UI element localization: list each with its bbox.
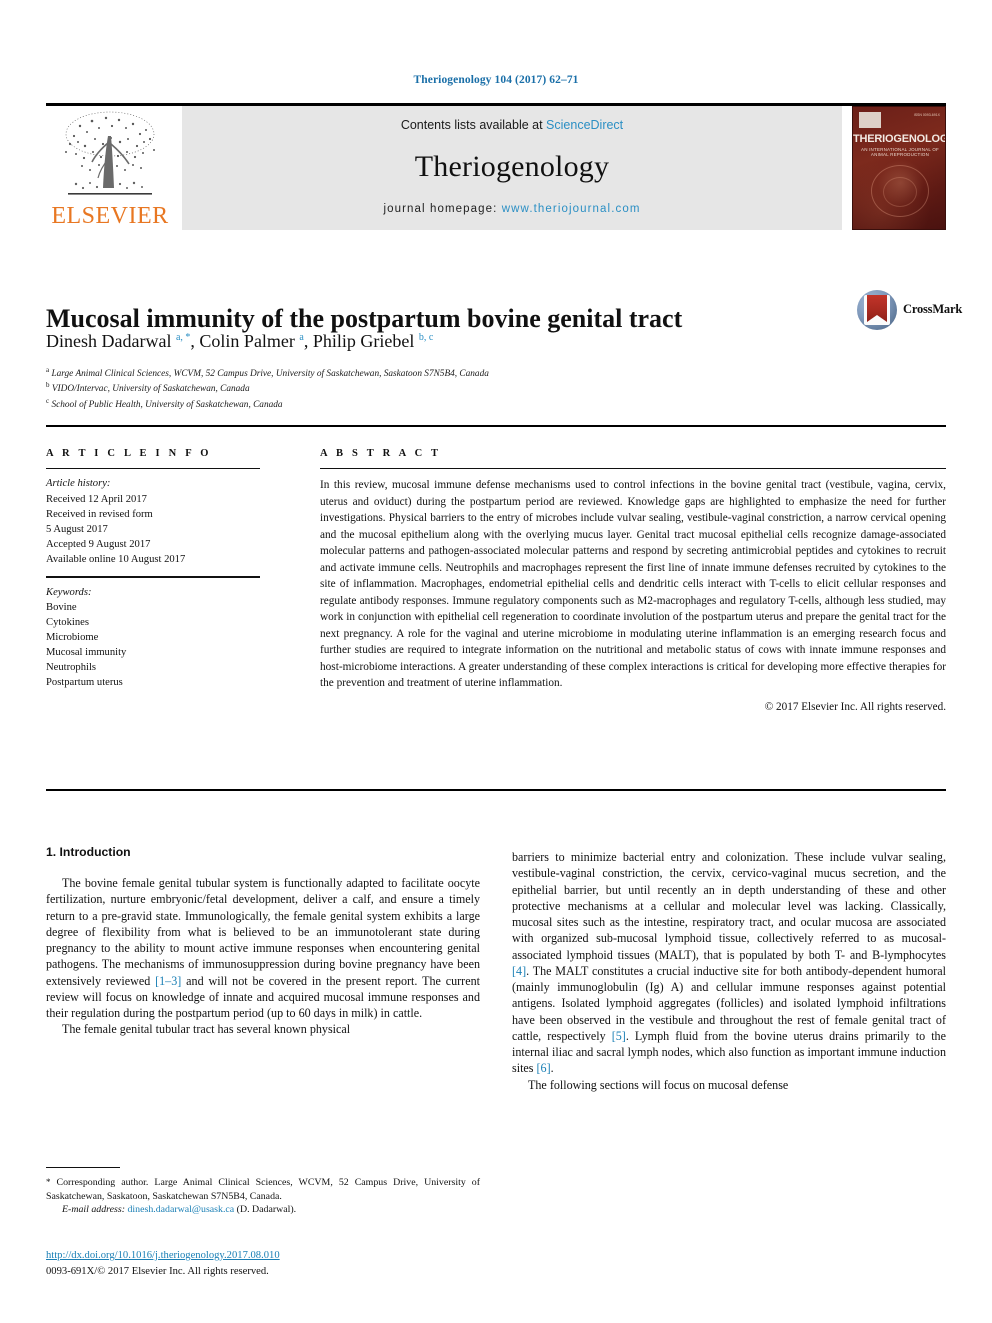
running-head: Theriogenology 104 (2017) 62–71 bbox=[413, 74, 579, 86]
affiliation-marker: a bbox=[46, 366, 50, 374]
keywords-block: Keywords: Bovine Cytokines Microbiome Mu… bbox=[46, 585, 274, 691]
corresponding-author-footnote: * Corresponding author. Large Animal Cli… bbox=[46, 1176, 480, 1217]
affiliation-text: VIDO/Intervac, University of Saskatchewa… bbox=[51, 384, 250, 395]
email-link[interactable]: dinesh.dadarwal@usask.ca bbox=[127, 1204, 234, 1215]
keyword-item: Bovine bbox=[46, 601, 77, 613]
article-history-item: Available online 10 August 2017 bbox=[46, 554, 186, 566]
affiliation-marker: b bbox=[46, 381, 50, 390]
article-history-item: 5 August 2017 bbox=[46, 523, 108, 535]
keyword-item: Mucosal immunity bbox=[46, 647, 127, 659]
article-info-rule bbox=[46, 468, 260, 470]
cover-decorative-ring-inner bbox=[883, 177, 917, 207]
article-page: Theriogenology 104 (2017) 62–71 ELSEVIER… bbox=[0, 0, 992, 1323]
author-list: Dinesh Dadarwal a, *, Colin Palmer a, Ph… bbox=[46, 331, 434, 351]
affiliation-item: b VIDO/Intervac, University of Saskatche… bbox=[46, 381, 806, 396]
cover-journal-title: THERIOGENOLOGY bbox=[853, 133, 946, 145]
corresponding-author-line: * Corresponding author. Large Animal Cli… bbox=[46, 1176, 480, 1203]
body-paragraph: barriers to minimize bacterial entry and… bbox=[512, 850, 946, 1076]
crossmark-badge[interactable]: CrossMark bbox=[857, 290, 962, 332]
journal-title: Theriogenology bbox=[414, 150, 610, 183]
abstract-section-top-rule bbox=[46, 425, 946, 427]
contents-available-line: Contents lists available at ScienceDirec… bbox=[182, 118, 842, 132]
keyword-item: Microbiome bbox=[46, 632, 99, 644]
affiliation-item: c School of Public Health, University of… bbox=[46, 397, 806, 412]
email-suffix: (D. Dadarwal). bbox=[236, 1204, 297, 1216]
doi-block: http://dx.doi.org/10.1016/j.theriogenolo… bbox=[46, 1248, 480, 1280]
keywords-rule bbox=[46, 576, 260, 578]
crossmark-label: CrossMark bbox=[903, 302, 963, 316]
keyword-item: Cytokines bbox=[46, 616, 89, 628]
abstract-text: In this review, mucosal immune defense m… bbox=[320, 479, 946, 690]
keyword-item: Neutrophils bbox=[46, 662, 97, 674]
journal-homepage-line: journal homepage: www.theriojournal.com bbox=[182, 203, 842, 215]
email-line: E-mail address: dinesh.dadarwal@usask.ca… bbox=[46, 1203, 480, 1217]
corresponding-author-text: Corresponding author. Large Animal Clini… bbox=[46, 1177, 480, 1202]
homepage-prefix: journal homepage: bbox=[383, 203, 502, 215]
affiliation-marker: c bbox=[46, 396, 50, 405]
journal-cover-thumbnail[interactable]: ISSN 0093-691X THERIOGENOLOGY AN INTERNA… bbox=[852, 106, 946, 230]
body-paragraph: The bovine female genital tubular system… bbox=[46, 876, 480, 1021]
affiliation-text: School of Public Health, University of S… bbox=[51, 399, 283, 410]
article-info-column: A R T I C L E I N F O Article history: R… bbox=[46, 448, 274, 691]
sciencedirect-link[interactable]: ScienceDirect bbox=[546, 118, 623, 132]
elsevier-tree-icon bbox=[65, 111, 155, 195]
journal-masthead: ELSEVIER Contents lists available at Sci… bbox=[46, 106, 946, 231]
footnote-rule bbox=[46, 1167, 120, 1169]
keywords-label: Keywords: bbox=[46, 586, 92, 598]
affiliation-list: a Large Animal Clinical Sciences, WCVM, … bbox=[46, 366, 806, 412]
abstract-rule bbox=[320, 468, 946, 470]
abstract-copyright: © 2017 Elsevier Inc. All rights reserved… bbox=[764, 700, 946, 713]
affiliation-text: Large Animal Clinical Sciences, WCVM, 52… bbox=[51, 369, 489, 380]
cover-elsevier-mark bbox=[859, 112, 881, 128]
article-history-item: Received 12 April 2017 bbox=[46, 493, 147, 505]
abstract-column: A B S T R A C T In this review, mucosal … bbox=[320, 448, 946, 713]
crossmark-icon bbox=[857, 290, 897, 330]
email-label: E-mail address: bbox=[62, 1204, 125, 1216]
abstract-section-bottom-rule bbox=[46, 789, 946, 791]
article-history-item: Accepted 9 August 2017 bbox=[46, 538, 151, 550]
cover-corner-note: ISSN 0093-691X bbox=[913, 113, 940, 117]
page-title: Mucosal immunity of the postpartum bovin… bbox=[46, 304, 683, 334]
article-history-block: Article history: Received 12 April 2017 … bbox=[46, 476, 274, 567]
keyword-item: Postpartum uterus bbox=[46, 677, 123, 689]
issn-copyright-line: 0093-691X/© 2017 Elsevier Inc. All right… bbox=[46, 1265, 269, 1277]
body-column-left: 1. Introduction The bovine female genita… bbox=[46, 845, 480, 1038]
masthead-band: Contents lists available at ScienceDirec… bbox=[182, 106, 842, 230]
article-history-item: Received in revised form bbox=[46, 508, 153, 520]
body-column-right: barriers to minimize bacterial entry and… bbox=[512, 849, 946, 1093]
journal-homepage-link[interactable]: www.theriojournal.com bbox=[502, 203, 641, 215]
article-info-heading: A R T I C L E I N F O bbox=[46, 448, 212, 459]
abstract-heading: A B S T R A C T bbox=[320, 448, 442, 459]
body-paragraph: The female genital tubular tract has sev… bbox=[62, 1022, 351, 1037]
elsevier-wordmark: ELSEVIER bbox=[51, 203, 169, 229]
doi-link[interactable]: http://dx.doi.org/10.1016/j.theriogenolo… bbox=[46, 1248, 480, 1264]
affiliation-item: a Large Animal Clinical Sciences, WCVM, … bbox=[46, 366, 806, 381]
contents-prefix: Contents lists available at bbox=[400, 118, 547, 132]
asterisk-icon: * bbox=[46, 1177, 51, 1187]
elsevier-logo[interactable]: ELSEVIER bbox=[46, 106, 174, 231]
body-paragraph: The following sections will focus on muc… bbox=[528, 1077, 789, 1092]
article-history-label: Article history: bbox=[46, 478, 111, 490]
cover-journal-subtitle: AN INTERNATIONAL JOURNAL OF ANIMAL REPRO… bbox=[861, 147, 939, 157]
section-heading-introduction: 1. Introduction bbox=[46, 845, 131, 859]
